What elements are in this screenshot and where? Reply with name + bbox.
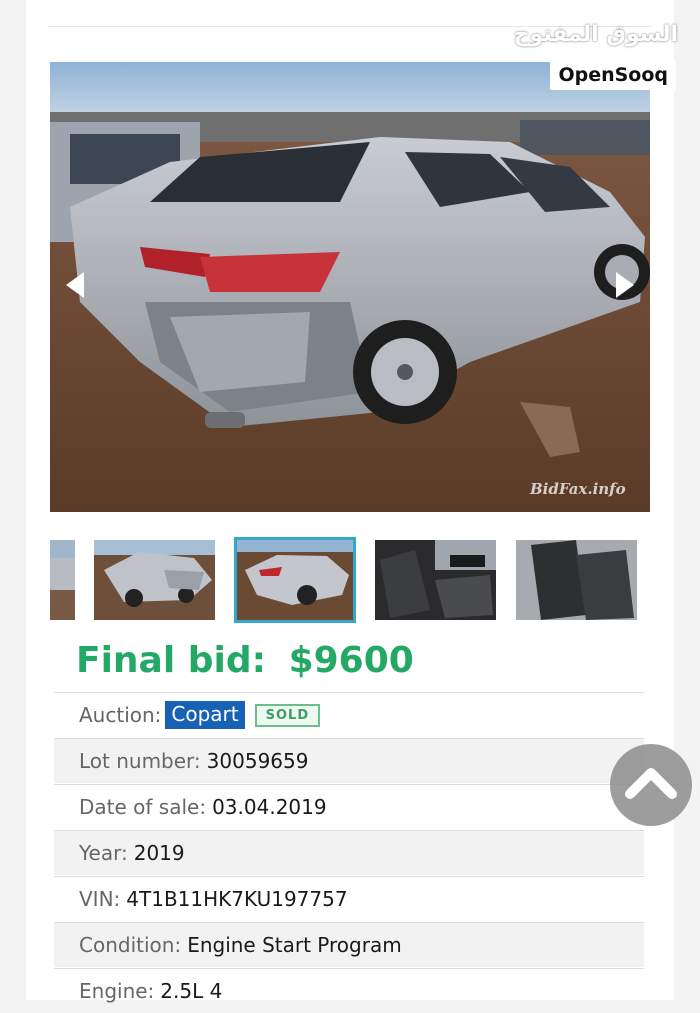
car-photo	[50, 62, 650, 512]
row-condition: Condition: Engine Start Program	[54, 922, 644, 967]
row-label: Auction:	[79, 703, 162, 727]
thumbnail-3[interactable]	[234, 537, 356, 623]
row-auction: Auction: Copart SOLD	[54, 692, 644, 737]
row-value: 4T1B11HK7KU197757	[126, 887, 348, 911]
watermark-logo: OpenSooq	[550, 61, 676, 90]
row-label: Lot number:	[79, 749, 201, 773]
row-year: Year: 2019	[54, 830, 644, 875]
thumbnail-2[interactable]	[94, 540, 215, 620]
row-label: Condition:	[79, 933, 182, 957]
row-vin: VIN: 4T1B11HK7KU197757	[54, 876, 644, 921]
chevron-left-icon[interactable]	[66, 272, 84, 298]
row-engine: Engine: 2.5L 4	[54, 968, 644, 1013]
row-value: 2.5L 4	[160, 979, 223, 1003]
chevron-up-icon	[625, 768, 677, 799]
thumbnail-5[interactable]	[516, 540, 637, 620]
watermark-arabic: السوق المفتوح	[513, 22, 678, 47]
sold-badge: SOLD	[254, 703, 321, 727]
final-bid-label: Final bid:	[76, 640, 267, 681]
row-label: Year:	[79, 841, 128, 865]
row-value: 30059659	[206, 749, 309, 773]
row-label: VIN:	[79, 887, 121, 911]
row-lot-number: Lot number: 30059659	[54, 738, 644, 783]
row-value: 03.04.2019	[212, 795, 327, 819]
row-label: Date of sale:	[79, 795, 207, 819]
row-value: Engine Start Program	[187, 933, 402, 957]
main-photo[interactable]	[50, 62, 650, 512]
scroll-top-button[interactable]	[610, 744, 692, 826]
final-bid-value: $9600	[288, 640, 414, 681]
thumbnail-1[interactable]	[50, 540, 75, 620]
thumbnail-4[interactable]	[375, 540, 496, 620]
auction-badge[interactable]: Copart	[165, 701, 245, 729]
final-bid: Final bid: $9600	[76, 640, 414, 681]
row-label: Engine:	[79, 979, 155, 1003]
row-value: 2019	[133, 841, 185, 865]
chevron-right-icon[interactable]	[616, 272, 634, 298]
row-date-of-sale: Date of sale: 03.04.2019	[54, 784, 644, 829]
source-watermark: BidFax.info	[530, 480, 626, 498]
